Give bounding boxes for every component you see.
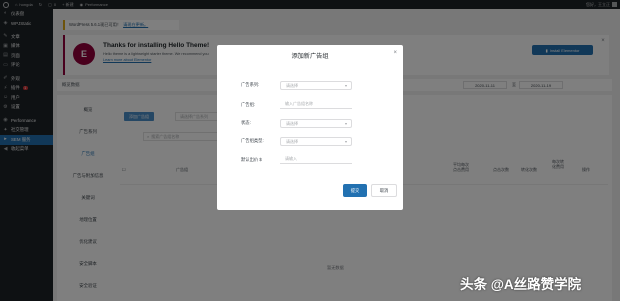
default-bid-label: 默认出价 $ <box>241 157 262 162</box>
campaign-label: 广告系列: <box>241 82 260 87</box>
add-ad-group-modal: 添加新广告组 × 广告系列: 请选择 ▾ 广告组: 输入广告组名称 状态: 请选… <box>217 45 403 210</box>
ad-group-name-label: 广告组: <box>241 102 256 107</box>
chevron-down-icon: ▾ <box>344 121 347 126</box>
modal-title: 添加新广告组 <box>291 53 329 60</box>
chevron-down-icon: ▾ <box>344 139 347 144</box>
default-bid-input[interactable]: 请输入 <box>280 155 352 164</box>
submit-button[interactable]: 提交 <box>343 184 367 197</box>
cancel-button[interactable]: 取消 <box>371 184 397 197</box>
status-select[interactable]: 请选择 ▾ <box>280 119 352 128</box>
watermark-text: 头条 @A丝路赞学院 <box>460 277 582 292</box>
chevron-down-icon: ▾ <box>344 83 347 88</box>
ad-group-name-input[interactable]: 输入广告组名称 <box>280 100 352 109</box>
status-label: 状态: <box>241 120 251 125</box>
ad-group-type-select[interactable]: 请选择 ▾ <box>280 137 352 146</box>
ad-group-type-label: 广告组类型: <box>241 138 264 143</box>
close-icon[interactable]: × <box>393 50 397 56</box>
campaign-select[interactable]: 请选择 ▾ <box>280 81 352 90</box>
